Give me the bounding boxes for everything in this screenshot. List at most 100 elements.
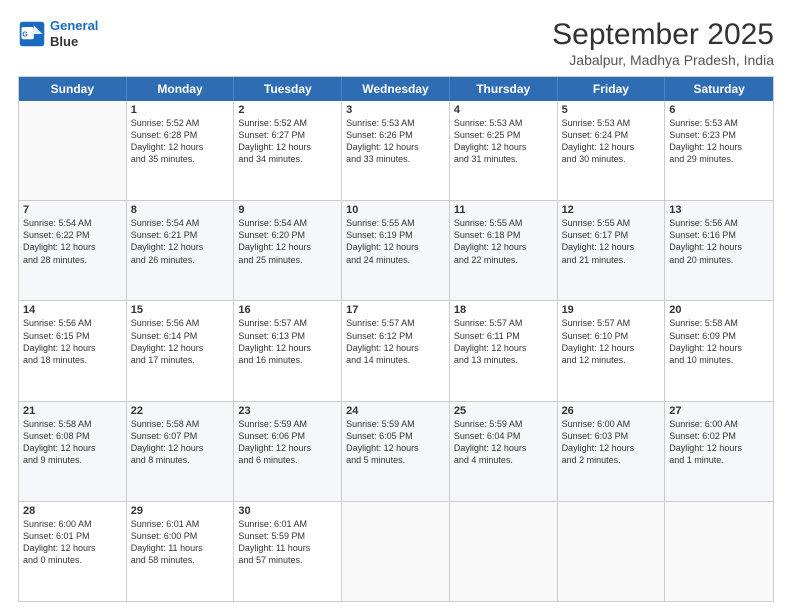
cell-info: Sunrise: 5:54 AM Sunset: 6:20 PM Dayligh… <box>238 217 337 266</box>
calendar-cell: 18Sunrise: 5:57 AM Sunset: 6:11 PM Dayli… <box>450 301 558 400</box>
cell-info: Sunrise: 5:56 AM Sunset: 6:15 PM Dayligh… <box>23 317 122 366</box>
calendar-cell: 17Sunrise: 5:57 AM Sunset: 6:12 PM Dayli… <box>342 301 450 400</box>
calendar-cell: 12Sunrise: 5:55 AM Sunset: 6:17 PM Dayli… <box>558 201 666 300</box>
calendar-cell: 29Sunrise: 6:01 AM Sunset: 6:00 PM Dayli… <box>127 502 235 601</box>
calendar-row-1: 1Sunrise: 5:52 AM Sunset: 6:28 PM Daylig… <box>19 101 773 201</box>
cell-info: Sunrise: 5:57 AM Sunset: 6:12 PM Dayligh… <box>346 317 445 366</box>
calendar-cell <box>665 502 773 601</box>
cell-info: Sunrise: 5:55 AM Sunset: 6:17 PM Dayligh… <box>562 217 661 266</box>
day-number: 11 <box>454 204 553 216</box>
cell-info: Sunrise: 5:52 AM Sunset: 6:27 PM Dayligh… <box>238 117 337 166</box>
cell-info: Sunrise: 5:56 AM Sunset: 6:16 PM Dayligh… <box>669 217 769 266</box>
calendar-cell: 23Sunrise: 5:59 AM Sunset: 6:06 PM Dayli… <box>234 402 342 501</box>
day-number: 9 <box>238 204 337 216</box>
day-number: 15 <box>131 304 230 316</box>
calendar-cell: 28Sunrise: 6:00 AM Sunset: 6:01 PM Dayli… <box>19 502 127 601</box>
header-day-monday: Monday <box>127 77 235 101</box>
cell-info: Sunrise: 5:59 AM Sunset: 6:05 PM Dayligh… <box>346 418 445 467</box>
calendar-row-2: 7Sunrise: 5:54 AM Sunset: 6:22 PM Daylig… <box>19 201 773 301</box>
day-number: 23 <box>238 405 337 417</box>
calendar-cell: 3Sunrise: 5:53 AM Sunset: 6:26 PM Daylig… <box>342 101 450 200</box>
cell-info: Sunrise: 5:53 AM Sunset: 6:24 PM Dayligh… <box>562 117 661 166</box>
day-number: 20 <box>669 304 769 316</box>
day-number: 7 <box>23 204 122 216</box>
logo-icon: G <box>18 20 46 48</box>
calendar-cell: 11Sunrise: 5:55 AM Sunset: 6:18 PM Dayli… <box>450 201 558 300</box>
calendar-cell: 9Sunrise: 5:54 AM Sunset: 6:20 PM Daylig… <box>234 201 342 300</box>
header-day-tuesday: Tuesday <box>234 77 342 101</box>
logo: G General Blue <box>18 18 98 49</box>
calendar-cell: 5Sunrise: 5:53 AM Sunset: 6:24 PM Daylig… <box>558 101 666 200</box>
day-number: 6 <box>669 104 769 116</box>
calendar-cell: 20Sunrise: 5:58 AM Sunset: 6:09 PM Dayli… <box>665 301 773 400</box>
title-section: September 2025 Jabalpur, Madhya Pradesh,… <box>552 18 774 68</box>
day-number: 17 <box>346 304 445 316</box>
day-number: 4 <box>454 104 553 116</box>
day-number: 2 <box>238 104 337 116</box>
day-number: 25 <box>454 405 553 417</box>
header-day-sunday: Sunday <box>19 77 127 101</box>
calendar-cell: 8Sunrise: 5:54 AM Sunset: 6:21 PM Daylig… <box>127 201 235 300</box>
cell-info: Sunrise: 5:54 AM Sunset: 6:21 PM Dayligh… <box>131 217 230 266</box>
cell-info: Sunrise: 5:54 AM Sunset: 6:22 PM Dayligh… <box>23 217 122 266</box>
cell-info: Sunrise: 5:57 AM Sunset: 6:10 PM Dayligh… <box>562 317 661 366</box>
cell-info: Sunrise: 5:58 AM Sunset: 6:07 PM Dayligh… <box>131 418 230 467</box>
page: G General Blue September 2025 Jabalpur, … <box>0 0 792 612</box>
logo-line1: General <box>50 18 98 33</box>
day-number: 26 <box>562 405 661 417</box>
header-day-saturday: Saturday <box>665 77 773 101</box>
day-number: 19 <box>562 304 661 316</box>
day-number: 14 <box>23 304 122 316</box>
day-number: 21 <box>23 405 122 417</box>
day-number: 24 <box>346 405 445 417</box>
header: G General Blue September 2025 Jabalpur, … <box>18 18 774 68</box>
header-day-friday: Friday <box>558 77 666 101</box>
calendar-cell: 13Sunrise: 5:56 AM Sunset: 6:16 PM Dayli… <box>665 201 773 300</box>
cell-info: Sunrise: 6:01 AM Sunset: 5:59 PM Dayligh… <box>238 518 337 567</box>
cell-info: Sunrise: 5:55 AM Sunset: 6:18 PM Dayligh… <box>454 217 553 266</box>
day-number: 3 <box>346 104 445 116</box>
day-number: 27 <box>669 405 769 417</box>
cell-info: Sunrise: 5:57 AM Sunset: 6:13 PM Dayligh… <box>238 317 337 366</box>
day-number: 1 <box>131 104 230 116</box>
cell-info: Sunrise: 5:53 AM Sunset: 6:26 PM Dayligh… <box>346 117 445 166</box>
calendar-cell: 4Sunrise: 5:53 AM Sunset: 6:25 PM Daylig… <box>450 101 558 200</box>
header-day-thursday: Thursday <box>450 77 558 101</box>
svg-text:G: G <box>22 31 28 38</box>
calendar-body: 1Sunrise: 5:52 AM Sunset: 6:28 PM Daylig… <box>19 101 773 601</box>
calendar-cell: 6Sunrise: 5:53 AM Sunset: 6:23 PM Daylig… <box>665 101 773 200</box>
header-day-wednesday: Wednesday <box>342 77 450 101</box>
cell-info: Sunrise: 5:55 AM Sunset: 6:19 PM Dayligh… <box>346 217 445 266</box>
calendar-cell: 21Sunrise: 5:58 AM Sunset: 6:08 PM Dayli… <box>19 402 127 501</box>
cell-info: Sunrise: 6:00 AM Sunset: 6:01 PM Dayligh… <box>23 518 122 567</box>
calendar-cell: 22Sunrise: 5:58 AM Sunset: 6:07 PM Dayli… <box>127 402 235 501</box>
calendar-cell: 24Sunrise: 5:59 AM Sunset: 6:05 PM Dayli… <box>342 402 450 501</box>
calendar-row-4: 21Sunrise: 5:58 AM Sunset: 6:08 PM Dayli… <box>19 402 773 502</box>
logo-line2: Blue <box>50 34 98 50</box>
calendar-cell: 2Sunrise: 5:52 AM Sunset: 6:27 PM Daylig… <box>234 101 342 200</box>
day-number: 5 <box>562 104 661 116</box>
day-number: 12 <box>562 204 661 216</box>
calendar-cell <box>558 502 666 601</box>
calendar-cell: 25Sunrise: 5:59 AM Sunset: 6:04 PM Dayli… <box>450 402 558 501</box>
day-number: 8 <box>131 204 230 216</box>
calendar-cell: 16Sunrise: 5:57 AM Sunset: 6:13 PM Dayli… <box>234 301 342 400</box>
calendar-cell: 14Sunrise: 5:56 AM Sunset: 6:15 PM Dayli… <box>19 301 127 400</box>
day-number: 16 <box>238 304 337 316</box>
calendar-cell <box>342 502 450 601</box>
day-number: 28 <box>23 505 122 517</box>
cell-info: Sunrise: 6:01 AM Sunset: 6:00 PM Dayligh… <box>131 518 230 567</box>
cell-info: Sunrise: 5:52 AM Sunset: 6:28 PM Dayligh… <box>131 117 230 166</box>
calendar-cell: 30Sunrise: 6:01 AM Sunset: 5:59 PM Dayli… <box>234 502 342 601</box>
calendar-cell: 27Sunrise: 6:00 AM Sunset: 6:02 PM Dayli… <box>665 402 773 501</box>
day-number: 22 <box>131 405 230 417</box>
calendar: SundayMondayTuesdayWednesdayThursdayFrid… <box>18 76 774 602</box>
calendar-cell: 7Sunrise: 5:54 AM Sunset: 6:22 PM Daylig… <box>19 201 127 300</box>
calendar-cell: 10Sunrise: 5:55 AM Sunset: 6:19 PM Dayli… <box>342 201 450 300</box>
day-number: 30 <box>238 505 337 517</box>
cell-info: Sunrise: 6:00 AM Sunset: 6:02 PM Dayligh… <box>669 418 769 467</box>
calendar-cell <box>19 101 127 200</box>
day-number: 29 <box>131 505 230 517</box>
cell-info: Sunrise: 5:59 AM Sunset: 6:06 PM Dayligh… <box>238 418 337 467</box>
calendar-header: SundayMondayTuesdayWednesdayThursdayFrid… <box>19 77 773 101</box>
